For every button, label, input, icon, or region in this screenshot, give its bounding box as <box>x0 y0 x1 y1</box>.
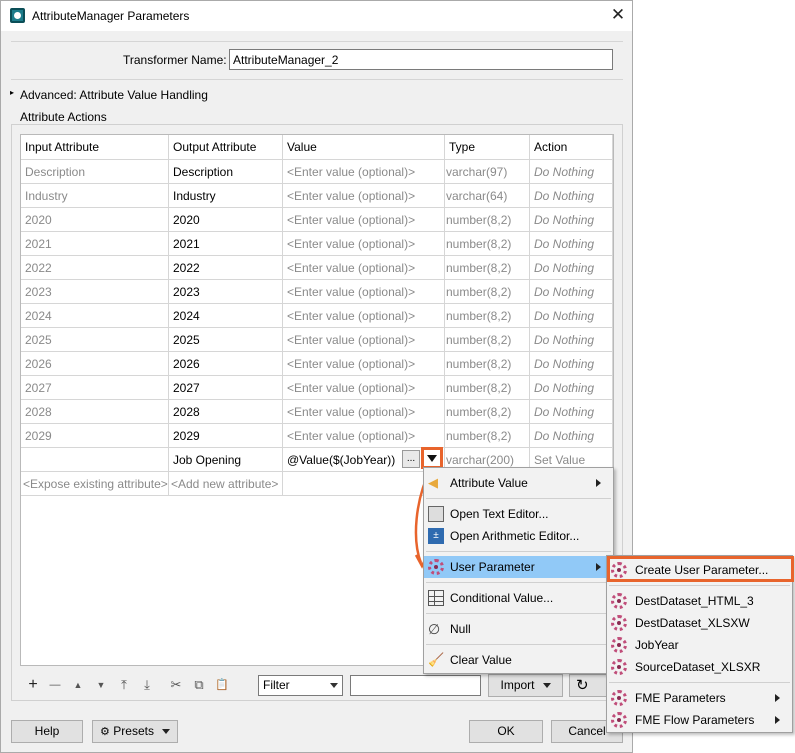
null-icon: ∅ <box>428 621 441 637</box>
text-editor-icon <box>428 506 444 522</box>
menu-item-conditional-value[interactable]: Conditional Value... <box>424 587 613 609</box>
submenu-arrow-icon <box>775 694 780 702</box>
menu-item-user-parameter[interactable]: User Parameter <box>424 556 613 578</box>
gear-icon <box>611 659 627 675</box>
menu-item-param-jobyear[interactable]: JobYear <box>607 634 792 656</box>
user-parameter-icon <box>428 559 444 575</box>
menu-separator <box>426 613 611 614</box>
menu-label: FME Parameters <box>635 691 726 705</box>
gear-icon <box>611 593 627 609</box>
menu-separator <box>426 551 611 552</box>
clear-value-icon: 🧹 <box>428 652 445 667</box>
conditional-value-icon <box>428 590 444 606</box>
submenu-arrow-icon <box>775 716 780 724</box>
user-parameter-icon <box>611 637 627 653</box>
menu-label: User Parameter <box>450 560 535 574</box>
menu-label: DestDataset_HTML_3 <box>635 594 754 608</box>
menu-label: Open Arithmetic Editor... <box>450 529 580 543</box>
menu-separator <box>609 682 790 683</box>
menu-label: DestDataset_XLSXW <box>635 616 750 630</box>
menu-separator <box>426 498 611 499</box>
gear-icon <box>611 615 627 631</box>
attribute-value-icon: ◀ <box>428 475 438 490</box>
user-parameter-icon <box>611 593 627 609</box>
highlight-create-user-parameter <box>607 556 794 582</box>
menu-label: FME Flow Parameters <box>635 713 755 727</box>
menu-label: Open Text Editor... <box>450 507 549 521</box>
menu-separator <box>426 644 611 645</box>
menu-label: JobYear <box>635 638 679 652</box>
arithmetic-editor-icon: ± <box>428 528 444 544</box>
menu-item-fme-parameters[interactable]: FME Parameters <box>607 687 792 709</box>
gear-icon <box>611 637 627 653</box>
menu-separator <box>426 582 611 583</box>
submenu-arrow-icon <box>596 563 601 571</box>
menu-item-null[interactable]: ∅ Null <box>424 618 613 640</box>
submenu-arrow-icon <box>596 479 601 487</box>
gear-icon <box>611 712 627 728</box>
user-parameter-icon <box>611 615 627 631</box>
menu-item-open-arithmetic-editor[interactable]: ± Open Arithmetic Editor... <box>424 525 613 547</box>
menu-item-attribute-value[interactable]: ◀ Attribute Value <box>424 472 613 494</box>
menu-label: Conditional Value... <box>450 591 554 605</box>
menu-item-fme-flow-parameters[interactable]: FME Flow Parameters <box>607 709 792 731</box>
menu-item-param-dest-html[interactable]: DestDataset_HTML_3 <box>607 590 792 612</box>
menu-label: Attribute Value <box>450 476 528 490</box>
menu-item-param-source-xlsxr[interactable]: SourceDataset_XLSXR <box>607 656 792 678</box>
user-parameter-icon <box>611 659 627 675</box>
gear-icon <box>611 690 627 706</box>
menu-label: SourceDataset_XLSXR <box>635 660 761 674</box>
menu-label: Clear Value <box>450 653 512 667</box>
user-parameter-icon <box>611 712 627 728</box>
menu-item-param-dest-xlsxw[interactable]: DestDataset_XLSXW <box>607 612 792 634</box>
user-parameter-icon <box>611 690 627 706</box>
menu-label: Null <box>450 622 471 636</box>
value-context-menu: ◀ Attribute Value Open Text Editor... ± … <box>423 467 614 674</box>
menu-separator <box>609 585 790 586</box>
gear-icon <box>428 559 444 575</box>
menu-item-open-text-editor[interactable]: Open Text Editor... <box>424 503 613 525</box>
menu-item-clear-value[interactable]: 🧹 Clear Value <box>424 649 613 671</box>
